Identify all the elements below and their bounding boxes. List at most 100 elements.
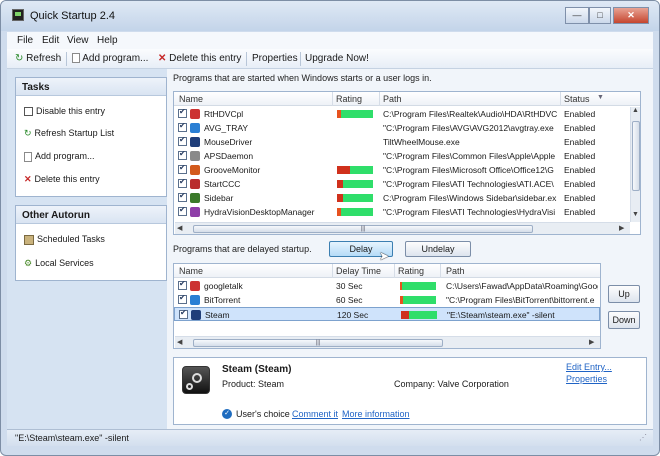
- menu-file[interactable]: File: [17, 35, 33, 46]
- column-divider: [394, 264, 395, 278]
- enable-checkbox[interactable]: [178, 191, 187, 202]
- menu-help[interactable]: Help: [97, 35, 118, 46]
- table-row[interactable]: GrooveMonitor "C:\Program Files\Microsoft…: [174, 163, 640, 177]
- col-status[interactable]: Status: [564, 94, 590, 104]
- scroll-thumb[interactable]: |||: [193, 339, 443, 347]
- enable-checkbox[interactable]: [178, 293, 187, 304]
- more-information-link[interactable]: More information: [342, 409, 410, 419]
- properties-link[interactable]: Properties: [566, 374, 607, 384]
- table-row[interactable]: Steam 120 Sec "E:\Steam\steam.exe" -silent: [174, 307, 600, 321]
- table-row[interactable]: BitTorrent 60 Sec "C:\Program Files\BitTor…: [174, 293, 600, 307]
- maximize-button[interactable]: □: [589, 7, 611, 24]
- row-status: Enabled: [564, 123, 596, 133]
- rating-bar: [337, 110, 373, 118]
- startup-caption: Programs that are started when Windows s…: [173, 73, 432, 83]
- properties-button[interactable]: Properties: [252, 53, 298, 64]
- task-scheduled-tasks[interactable]: Scheduled Tasks: [24, 234, 105, 245]
- scroll-left-icon[interactable]: ◀: [177, 338, 182, 346]
- row-name: RtHDVCpl: [204, 109, 244, 119]
- col-rating[interactable]: Rating: [336, 94, 362, 104]
- tasks-header: Tasks: [16, 78, 166, 96]
- users-choice-icon: ✓: [222, 409, 232, 419]
- delete-entry-button[interactable]: ✕ Delete this entry: [158, 53, 241, 64]
- menu-edit[interactable]: Edit: [42, 35, 59, 46]
- enable-checkbox[interactable]: [178, 205, 187, 216]
- scroll-right-icon[interactable]: ▶: [619, 224, 624, 232]
- enable-checkbox[interactable]: [178, 163, 187, 174]
- scroll-right-icon[interactable]: ▶: [589, 338, 594, 346]
- row-status: Enabled: [564, 179, 596, 189]
- program-icon: [190, 179, 200, 189]
- enable-checkbox[interactable]: [178, 279, 187, 290]
- col-path[interactable]: Path: [446, 266, 465, 276]
- task-disable-entry[interactable]: Disable this entry: [24, 106, 105, 117]
- col-path[interactable]: Path: [383, 94, 402, 104]
- table-row[interactable]: StartCCC "C:\Program Files\ATI Technologi…: [174, 177, 640, 191]
- enable-checkbox[interactable]: [178, 177, 187, 188]
- row-path: C:\Program Files\Windows Sidebar\sidebar…: [383, 193, 557, 203]
- row-path: "C:\Program Files\AVG\AVG2012\avgtray.ex…: [383, 123, 554, 133]
- table-row[interactable]: RtHDVCpl C:\Program Files\Realtek\Audio\H…: [174, 107, 640, 121]
- col-name[interactable]: Name: [179, 94, 203, 104]
- row-name: BitTorrent: [204, 295, 241, 305]
- row-name: MouseDriver: [204, 137, 253, 147]
- task-refresh-list[interactable]: ↻ Refresh Startup List: [24, 128, 114, 139]
- edit-entry-link[interactable]: Edit Entry...: [566, 362, 612, 372]
- startup-vscroll[interactable]: ▲ ▼: [630, 107, 640, 222]
- startup-grid[interactable]: Name Rating Path Status ▼ RtHDVCpl C:\Pro…: [173, 91, 641, 235]
- program-icon: [191, 310, 201, 320]
- startup-hscroll[interactable]: ◀ ||| ▶: [175, 222, 630, 234]
- scroll-thumb[interactable]: |||: [193, 225, 533, 233]
- scroll-thumb[interactable]: [632, 121, 640, 191]
- program-icon: [190, 281, 200, 291]
- menu-view[interactable]: View: [67, 35, 89, 46]
- table-row[interactable]: HydraVisionDesktopManager "C:\Program Fil…: [174, 205, 640, 219]
- column-divider: [379, 92, 380, 106]
- task-delete-entry[interactable]: ✕ Delete this entry: [24, 174, 100, 185]
- task-pane: Tasks Disable this entry ↻ Refresh Startu…: [7, 69, 167, 429]
- steam-logo-icon: [182, 366, 210, 394]
- document-icon: [72, 53, 80, 64]
- row-path: "C:\Program Files\BitTorrent\bittorrent.…: [446, 295, 595, 305]
- down-button[interactable]: Down: [608, 311, 640, 329]
- table-row[interactable]: APSDaemon "C:\Program Files\Common Files\…: [174, 149, 640, 163]
- task-add-program[interactable]: Add program...: [24, 151, 95, 162]
- row-path: "C:\Program Files\ATI Technologies\Hydra…: [383, 207, 556, 217]
- scroll-left-icon[interactable]: ◀: [177, 224, 182, 232]
- comment-it-link[interactable]: Comment it: [292, 409, 338, 419]
- enable-checkbox[interactable]: [178, 107, 187, 118]
- app-window: Quick Startup 2.4 — □ ✕ File Edit View H…: [0, 0, 660, 456]
- minimize-button[interactable]: —: [565, 7, 589, 24]
- row-status: Enabled: [564, 137, 596, 147]
- row-status: Enabled: [564, 207, 596, 217]
- program-icon: [190, 165, 200, 175]
- col-name[interactable]: Name: [179, 266, 203, 276]
- table-row[interactable]: AVG_TRAY "C:\Program Files\AVG\AVG2012\av…: [174, 121, 640, 135]
- upgrade-button[interactable]: Upgrade Now!: [305, 53, 369, 64]
- col-rating[interactable]: Rating: [398, 266, 424, 276]
- row-name: StartCCC: [204, 179, 241, 189]
- close-button[interactable]: ✕: [613, 7, 649, 24]
- add-program-button[interactable]: Add program...: [72, 53, 148, 64]
- table-row[interactable]: googletalk 30 Sec C:\Users\Fawad\AppData\R…: [174, 279, 600, 293]
- table-row[interactable]: Sidebar C:\Program Files\Windows Sidebar\…: [174, 191, 640, 205]
- services-icon: ⚙: [24, 258, 33, 269]
- enable-checkbox[interactable]: [178, 135, 187, 146]
- delayed-hscroll[interactable]: ◀ ||| ▶: [175, 336, 600, 348]
- enable-checkbox[interactable]: [178, 149, 187, 160]
- up-button[interactable]: Up: [608, 285, 640, 303]
- refresh-button[interactable]: ↻ Refresh: [15, 53, 61, 64]
- resize-grip-icon[interactable]: ⋰: [639, 433, 647, 442]
- sort-arrow-icon: ▼: [597, 94, 604, 101]
- table-row[interactable]: MouseDriver TiltWheelMouse.exe Enabled: [174, 135, 640, 149]
- enable-checkbox[interactable]: [179, 308, 188, 319]
- delayed-grid[interactable]: Name Delay Time Rating Path googletalk 30…: [173, 263, 601, 349]
- undelay-button[interactable]: Undelay: [405, 241, 471, 257]
- delete-icon: ✕: [24, 174, 32, 185]
- col-delay-time[interactable]: Delay Time: [336, 266, 381, 276]
- task-local-services[interactable]: ⚙ Local Services: [24, 258, 94, 269]
- enable-checkbox[interactable]: [178, 121, 187, 132]
- row-name: HydraVisionDesktopManager: [204, 207, 315, 217]
- scroll-down-icon[interactable]: ▼: [632, 211, 639, 218]
- scroll-up-icon[interactable]: ▲: [632, 107, 639, 114]
